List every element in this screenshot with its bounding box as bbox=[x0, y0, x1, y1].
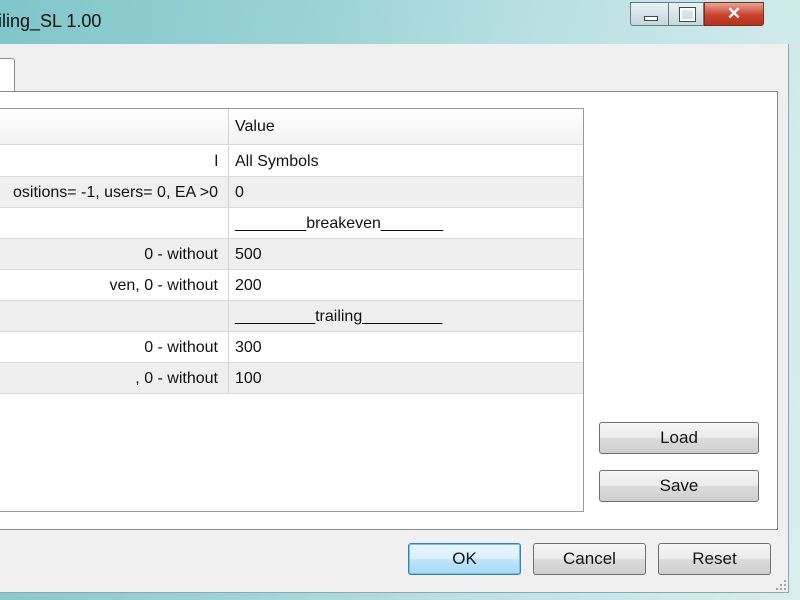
resize-grip-icon[interactable] bbox=[774, 578, 786, 590]
value-cell[interactable]: _________trailing_________ bbox=[229, 301, 583, 331]
value-cell[interactable]: ________breakeven_______ bbox=[229, 208, 583, 238]
value-cell[interactable]: 0 bbox=[229, 177, 583, 207]
maximize-icon bbox=[679, 7, 696, 22]
grid-header: Value bbox=[0, 109, 583, 145]
window-controls: ✕ bbox=[630, 2, 764, 26]
value-cell[interactable]: 300 bbox=[229, 332, 583, 362]
minimize-button[interactable] bbox=[630, 2, 668, 26]
minimize-icon bbox=[644, 16, 658, 21]
table-row[interactable]: ________breakeven_______ bbox=[0, 208, 583, 239]
close-button[interactable]: ✕ bbox=[704, 2, 764, 26]
table-row[interactable]: ven, 0 - without 200 bbox=[0, 270, 583, 301]
value-cell[interactable]: 100 bbox=[229, 363, 583, 393]
save-button[interactable]: Save bbox=[599, 470, 759, 502]
column-header-variable[interactable] bbox=[0, 109, 229, 144]
variable-cell: ven, 0 - without bbox=[0, 270, 229, 300]
load-button[interactable]: Load bbox=[599, 422, 759, 454]
table-row[interactable]: ositions= -1, users= 0, EA >0 0 bbox=[0, 177, 583, 208]
table-row[interactable]: l All Symbols bbox=[0, 146, 583, 177]
variable-cell: ositions= -1, users= 0, EA >0 bbox=[0, 177, 229, 207]
window-title: iling_SL 1.00 bbox=[0, 11, 102, 31]
variable-cell: , 0 - without bbox=[0, 363, 229, 393]
close-icon: ✕ bbox=[726, 4, 742, 23]
value-cell[interactable]: 500 bbox=[229, 239, 583, 269]
table-row[interactable]: 0 - without 300 bbox=[0, 332, 583, 363]
variable-cell: 0 - without bbox=[0, 332, 229, 362]
table-row[interactable]: _________trailing_________ bbox=[0, 301, 583, 332]
variable-cell: l bbox=[0, 146, 229, 176]
parameters-grid: Value l All Symbols ositions= -1, users= 0… bbox=[0, 108, 584, 512]
cancel-button[interactable]: Cancel bbox=[533, 543, 646, 575]
table-row[interactable]: , 0 - without 100 bbox=[0, 363, 583, 394]
tab-inputs[interactable] bbox=[0, 58, 15, 93]
value-cell[interactable]: All Symbols bbox=[229, 146, 583, 176]
value-cell[interactable]: 200 bbox=[229, 270, 583, 300]
ok-button[interactable]: OK bbox=[408, 543, 521, 575]
tab-panel: Value l All Symbols ositions= -1, users= 0… bbox=[0, 91, 778, 530]
table-row[interactable]: 0 - without 500 bbox=[0, 239, 583, 270]
variable-cell bbox=[0, 208, 229, 238]
variable-cell bbox=[0, 301, 229, 331]
reset-button[interactable]: Reset bbox=[658, 543, 771, 575]
dialog-client-area: Value l All Symbols ositions= -1, users= 0… bbox=[0, 44, 789, 593]
title-bar[interactable]: iling_SL 1.00 ✕ bbox=[0, 0, 800, 44]
variable-cell: 0 - without bbox=[0, 239, 229, 269]
maximize-button[interactable] bbox=[668, 2, 704, 26]
column-header-value[interactable]: Value bbox=[229, 109, 583, 144]
